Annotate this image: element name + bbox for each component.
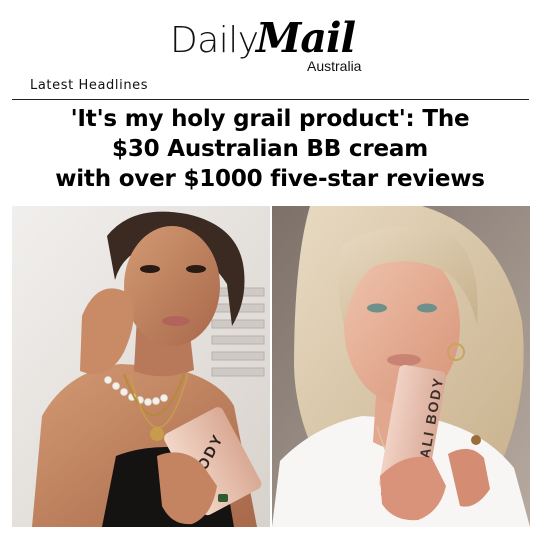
photo-left-illustration: YBODY — [12, 206, 270, 527]
divider — [12, 99, 529, 100]
photo-right-illustration: BALI BODY — [272, 206, 530, 527]
brand-daily-text[interactable]: Daily — [170, 20, 259, 61]
article-photo-right[interactable]: BALI BODY — [272, 206, 530, 527]
section-label[interactable]: Latest Headlines — [30, 78, 148, 93]
headline-line-2[interactable]: $30 Australian BB cream — [10, 134, 530, 164]
masthead: Daily Mail Australia — [0, 8, 540, 74]
headline-line-1[interactable]: 'It's my holy grail product': The — [10, 104, 530, 134]
headline-line-3[interactable]: with over $1000 five-star reviews — [10, 164, 530, 194]
brand-mail-text[interactable]: Mail — [256, 14, 356, 62]
article-photo-left[interactable]: YBODY — [12, 206, 270, 527]
article-headline[interactable]: 'It's my holy grail product': The $30 Au… — [10, 104, 530, 194]
brand-region-text: Australia — [307, 58, 362, 74]
